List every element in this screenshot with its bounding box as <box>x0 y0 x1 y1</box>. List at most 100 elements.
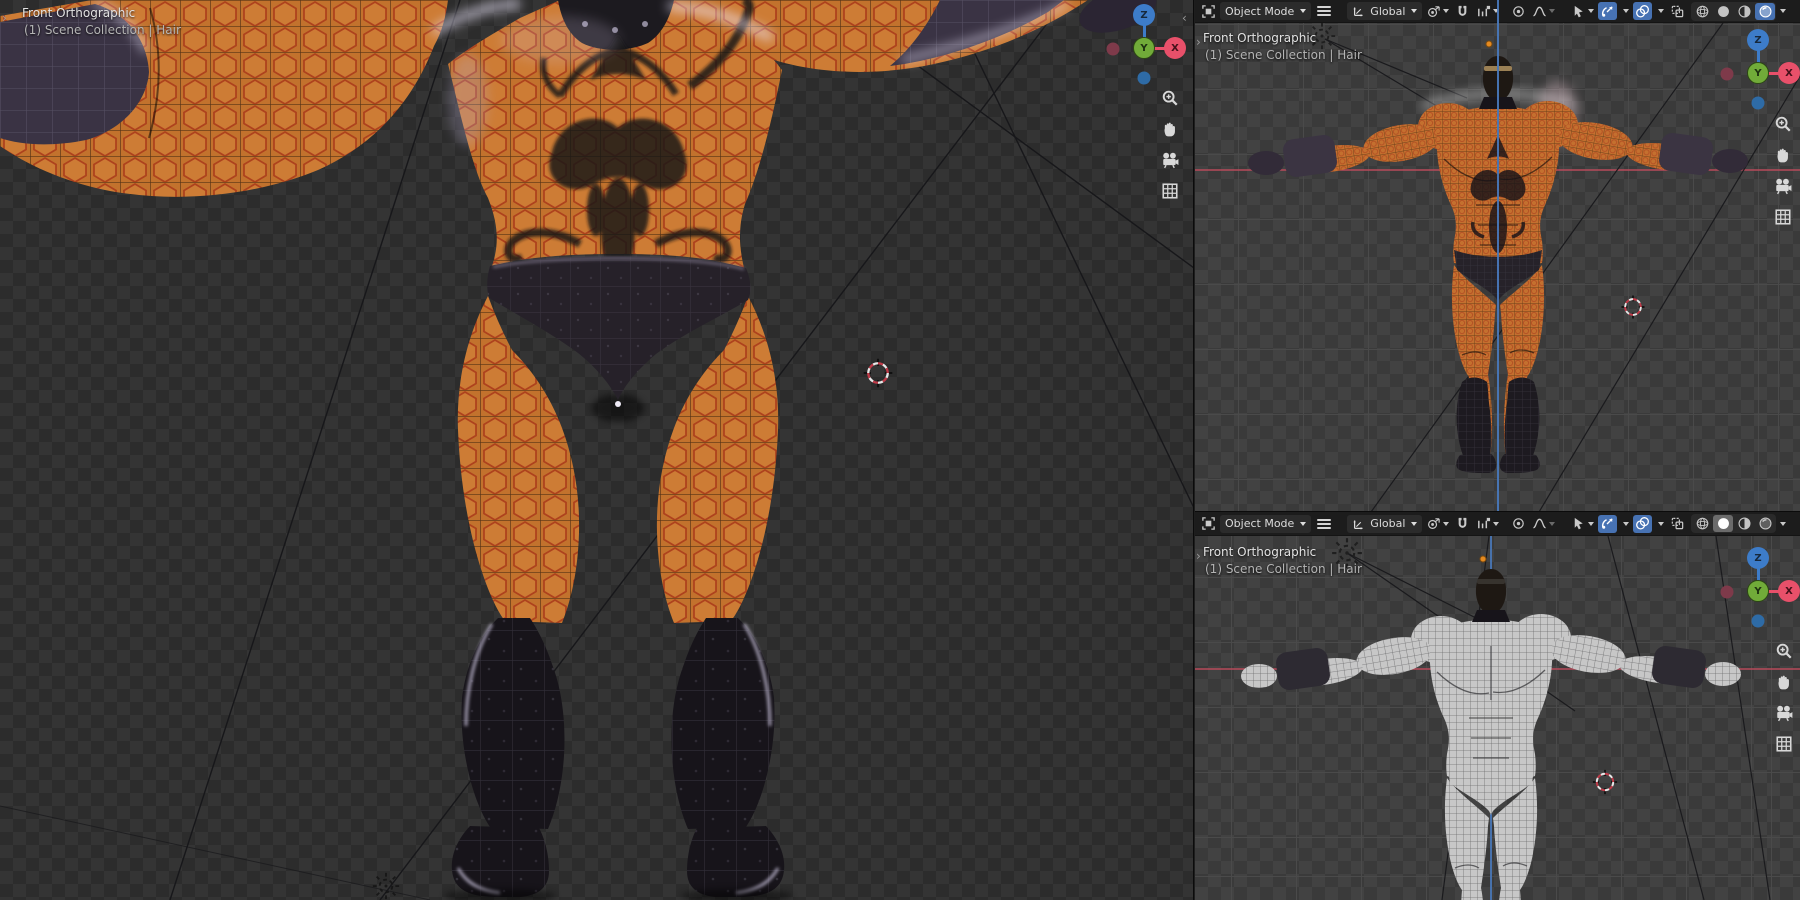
menu-button[interactable] <box>1313 6 1335 16</box>
shading-rendered-button[interactable] <box>1755 2 1776 20</box>
gizmo-neg-x-ball[interactable] <box>1720 585 1734 599</box>
zoom-tool-icon[interactable] <box>1770 111 1796 137</box>
gizmos-dropdown[interactable] <box>1619 515 1631 533</box>
zoom-tool-icon[interactable] <box>1157 85 1183 111</box>
chevron-down-icon <box>1588 9 1595 13</box>
zoom-tool-icon[interactable] <box>1771 638 1797 664</box>
chevron-down-icon <box>1411 9 1418 13</box>
xray-toggle[interactable] <box>1668 515 1687 533</box>
chevron-down-icon <box>1443 521 1450 526</box>
lamp-object-icon[interactable] <box>1331 537 1363 569</box>
camera-view-icon[interactable] <box>1771 700 1797 726</box>
viewport-top-right[interactable]: Object Mode Global Front Orthographic (1… <box>1195 0 1800 512</box>
mode-dropdown[interactable]: Object Mode <box>1220 514 1312 533</box>
mode-label: Object Mode <box>1225 517 1295 530</box>
pan-hand-icon[interactable] <box>1771 669 1797 695</box>
cursor-3d[interactable] <box>862 357 894 389</box>
scene-top-right <box>1195 23 1800 511</box>
viewport-header: Object Mode Global <box>1195 0 1800 23</box>
shading-material-button[interactable] <box>1734 515 1754 532</box>
show-gizmos-toggle[interactable] <box>1598 2 1618 20</box>
show-gizmos-toggle[interactable] <box>1598 514 1618 533</box>
snap-target-dropdown[interactable] <box>1474 515 1501 533</box>
gizmo-neg-z-ball[interactable] <box>1751 96 1765 110</box>
shading-solid-button[interactable] <box>1713 3 1733 20</box>
proportional-falloff-dropdown[interactable] <box>1530 515 1557 533</box>
snap-magnet-toggle[interactable] <box>1453 2 1472 20</box>
orientation-dropdown[interactable]: Global <box>1347 2 1423 20</box>
proportional-falloff-dropdown[interactable] <box>1530 2 1557 20</box>
gizmo-neg-x-ball[interactable] <box>1720 67 1734 81</box>
gizmo-neg-x-ball[interactable] <box>1106 42 1120 56</box>
gizmo-y-ball[interactable]: Y <box>1133 37 1155 59</box>
pan-hand-icon[interactable] <box>1770 142 1796 168</box>
gizmo-y-ball[interactable]: Y <box>1747 62 1769 84</box>
gizmo-z-ball[interactable]: Z <box>1747 29 1769 51</box>
orientation-label: Global <box>1370 4 1406 18</box>
object-visibility-dropdown[interactable] <box>1569 2 1596 20</box>
cursor-3d[interactable] <box>1591 768 1619 796</box>
gizmos-dropdown[interactable] <box>1619 2 1631 20</box>
show-overlays-toggle[interactable] <box>1633 514 1653 533</box>
gizmo-x-ball[interactable]: X <box>1164 37 1186 59</box>
xray-toggle[interactable] <box>1668 2 1687 20</box>
axes-icon <box>1352 517 1366 531</box>
gizmo-neg-z-ball[interactable] <box>1137 71 1151 85</box>
viewport-3d-region[interactable]: Front Orthographic (1) Scene Collection … <box>1195 23 1800 511</box>
shading-rendered-button[interactable] <box>1755 515 1775 532</box>
overlays-dropdown[interactable] <box>1654 515 1666 533</box>
grid-ortho-icon[interactable] <box>1770 204 1796 230</box>
axes-icon <box>1352 4 1366 18</box>
shading-dropdown-chevron[interactable] <box>1780 9 1787 13</box>
blender-window: Front Orthographic (1) Scene Collection … <box>0 0 1800 900</box>
chevron-down-icon <box>1443 9 1450 13</box>
object-origin-dot[interactable] <box>1479 555 1487 563</box>
chevron-down-icon <box>1588 521 1595 526</box>
object-visibility-dropdown[interactable] <box>1569 515 1596 533</box>
cursor-3d[interactable] <box>1620 294 1646 320</box>
shading-dropdown-chevron[interactable] <box>1780 521 1787 526</box>
snap-magnet-toggle[interactable] <box>1453 515 1472 533</box>
pivot-dropdown[interactable] <box>1424 2 1451 20</box>
viewport-3d-region[interactable]: Front Orthographic (1) Scene Collection … <box>1195 536 1800 900</box>
chevron-down-icon <box>1658 9 1665 13</box>
lamp-object-icon[interactable] <box>1307 23 1337 51</box>
grid-ortho-icon[interactable] <box>1771 731 1797 757</box>
shading-solid-button[interactable] <box>1713 515 1734 532</box>
gizmo-x-ball[interactable]: X <box>1778 580 1800 602</box>
viewport-left[interactable]: Front Orthographic (1) Scene Collection … <box>0 0 1194 900</box>
pan-hand-icon[interactable] <box>1157 116 1183 142</box>
show-overlays-toggle[interactable] <box>1633 2 1653 20</box>
chevron-down-icon <box>1623 9 1630 13</box>
orientation-dropdown[interactable]: Global <box>1347 514 1423 533</box>
chevron-down-icon <box>1493 9 1500 13</box>
menu-button[interactable] <box>1313 518 1335 529</box>
camera-view-icon[interactable] <box>1770 173 1796 199</box>
mode-dropdown[interactable]: Object Mode <box>1220 2 1312 20</box>
shading-mode-group <box>1691 1 1777 21</box>
shading-material-button[interactable] <box>1734 3 1754 20</box>
gizmo-z-ball[interactable]: Z <box>1133 4 1155 26</box>
camera-view-icon[interactable] <box>1157 147 1183 173</box>
toolbar-toggle-icon[interactable]: › <box>1196 550 1201 562</box>
shading-wireframe-button[interactable] <box>1692 3 1712 20</box>
gizmo-x-ball[interactable]: X <box>1778 62 1800 84</box>
object-origin-dot[interactable] <box>1485 40 1493 48</box>
gizmo-y-ball[interactable]: Y <box>1747 580 1769 602</box>
editor-type-button[interactable] <box>1199 515 1218 533</box>
lamp-object-icon[interactable] <box>371 871 401 900</box>
toolbar-toggle-icon[interactable]: › <box>1196 36 1201 48</box>
pivot-dropdown[interactable] <box>1424 515 1451 533</box>
proportional-editing-toggle[interactable] <box>1509 2 1528 20</box>
proportional-editing-toggle[interactable] <box>1509 515 1528 533</box>
grid-ortho-icon[interactable] <box>1157 178 1183 204</box>
shading-wireframe-button[interactable] <box>1692 515 1712 532</box>
gizmo-z-ball[interactable]: Z <box>1747 547 1769 569</box>
gizmo-neg-z-ball[interactable] <box>1751 614 1765 628</box>
editor-type-button[interactable] <box>1199 2 1218 20</box>
snap-target-dropdown[interactable] <box>1474 2 1501 20</box>
chevron-down-icon <box>1623 521 1630 526</box>
overlays-dropdown[interactable] <box>1654 2 1666 20</box>
toolbar-toggle-icon[interactable]: › <box>2 12 7 24</box>
viewport-bottom-right[interactable]: Object Mode Global Front Orthographic (1… <box>1195 512 1800 900</box>
